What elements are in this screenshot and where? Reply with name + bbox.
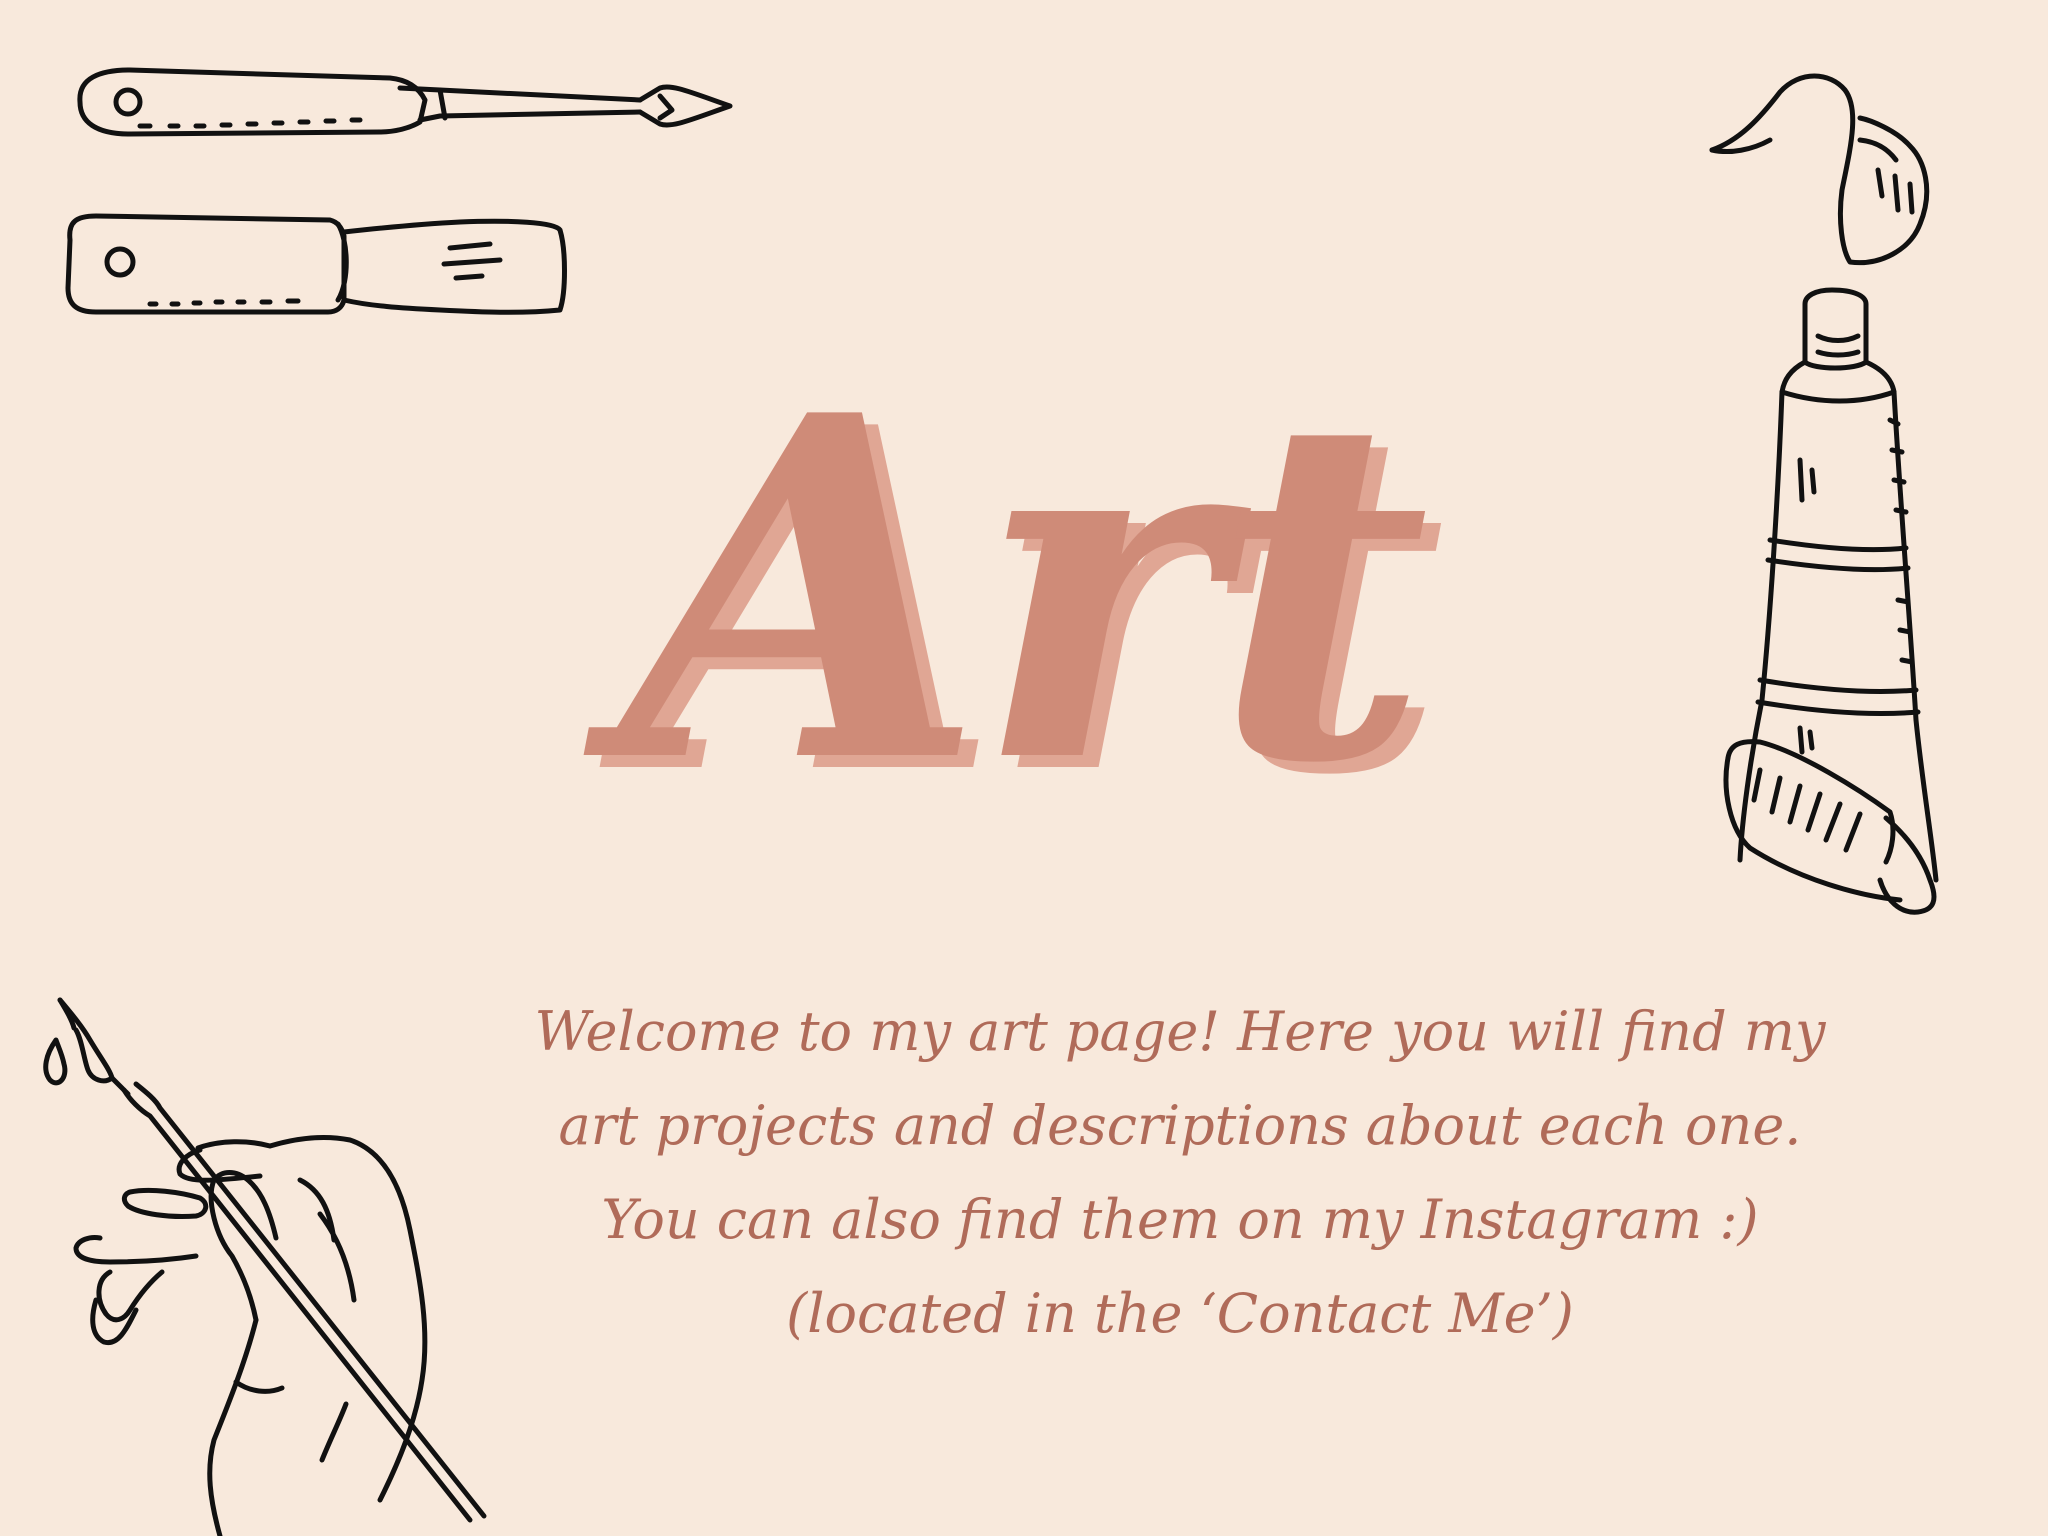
palette-knife-icon bbox=[77, 67, 733, 137]
hand-with-paintbrush-icon bbox=[43, 997, 487, 1536]
page-title: Art Art bbox=[560, 270, 1480, 990]
welcome-paragraph: Welcome to my art page! Here you will fi… bbox=[534, 1000, 1826, 1345]
page-title-text: Art bbox=[620, 314, 1429, 866]
paint-tube-icon bbox=[1709, 73, 1939, 915]
paint-scraper-icon bbox=[65, 213, 567, 315]
